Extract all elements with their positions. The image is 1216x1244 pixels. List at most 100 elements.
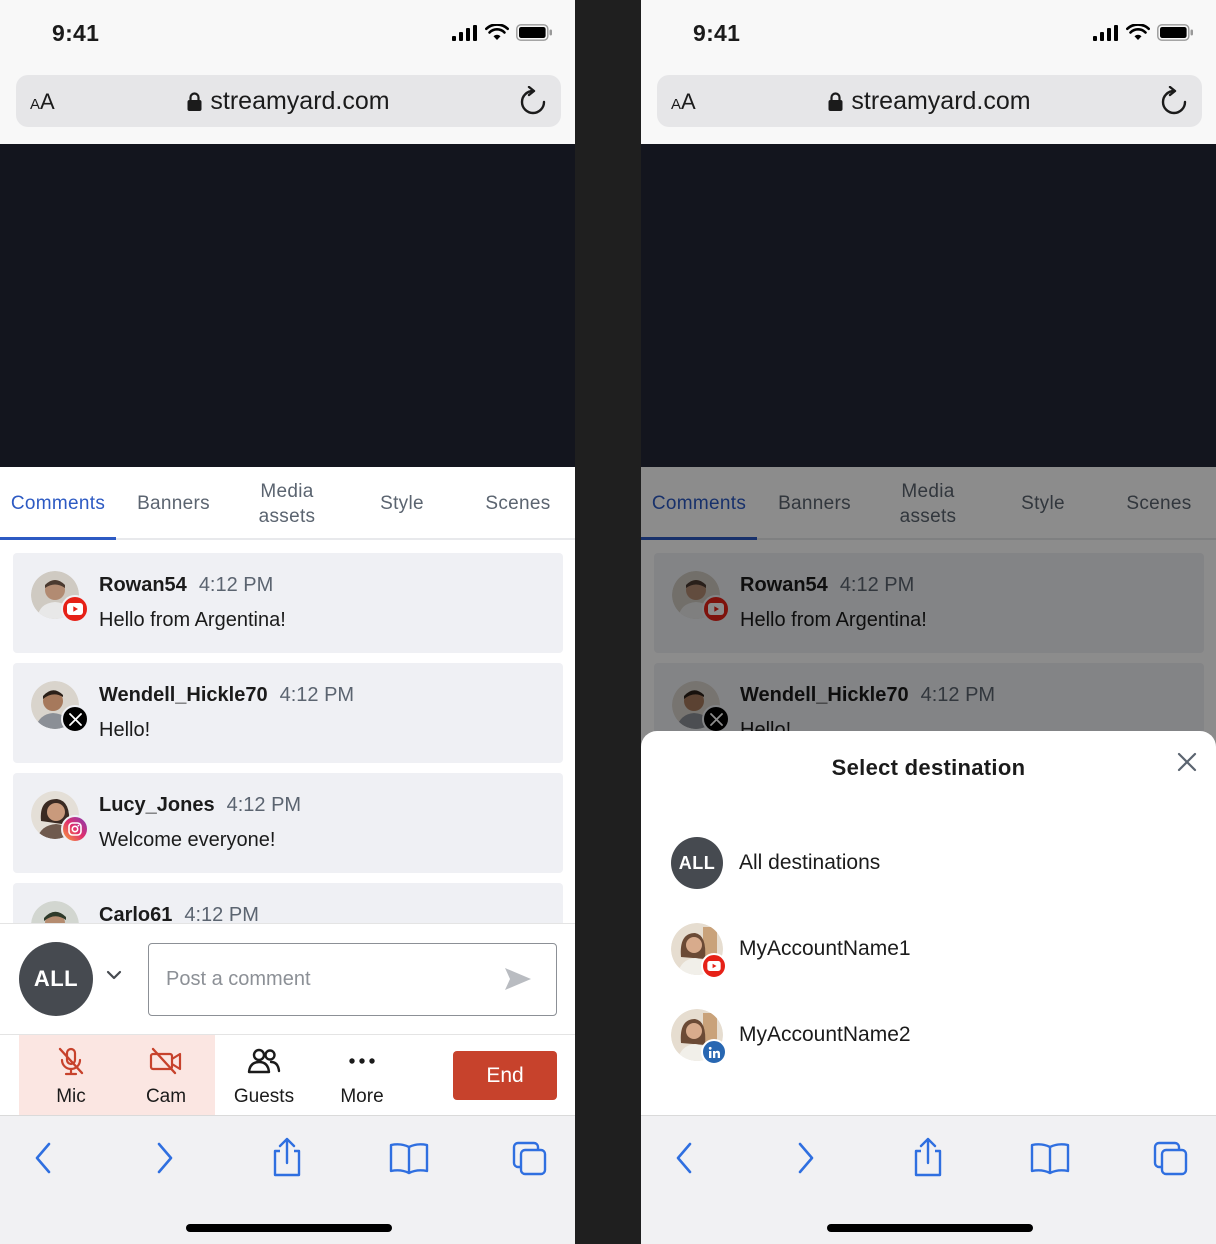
comment-author: Carlo61 4:12 PM — [99, 904, 259, 923]
cellular-signal-icon — [1093, 24, 1118, 41]
phone-screen-select-destination: 9:41 AA streamyard.com Comments Banners … — [641, 0, 1216, 1244]
guests-button[interactable]: Guests — [215, 1035, 313, 1116]
bookmarks-icon[interactable] — [1029, 1138, 1071, 1178]
status-icons — [452, 24, 553, 41]
forward-icon[interactable] — [154, 1138, 176, 1178]
tab-banners[interactable]: Banners — [116, 467, 231, 540]
status-bar: 9:41 — [641, 0, 1216, 62]
status-icons — [1093, 24, 1194, 41]
tab-style[interactable]: Style — [343, 467, 461, 540]
send-icon[interactable] — [503, 966, 533, 992]
linkedin-icon — [708, 1046, 720, 1058]
status-time: 9:41 — [693, 20, 741, 46]
x-badge — [61, 705, 89, 733]
url-display[interactable]: streamyard.com — [657, 87, 1202, 116]
address-bar[interactable]: AA streamyard.com — [16, 75, 561, 127]
wifi-icon — [1126, 24, 1150, 40]
comment-time: 4:12 PM — [198, 574, 274, 596]
comment-item[interactable]: Lucy_Jones 4:12 PM Welcome everyone! — [13, 773, 563, 873]
comment-text: Hello from Argentina! — [99, 609, 286, 631]
destination-label: MyAccountName1 — [739, 937, 911, 960]
cam-label: Cam — [145, 1086, 187, 1107]
back-icon[interactable] — [673, 1138, 695, 1178]
comment-text: Welcome everyone! — [99, 829, 276, 851]
mic-label: Mic — [56, 1086, 86, 1107]
tab-scenes[interactable]: Scenes — [461, 467, 575, 540]
url-text: streamyard.com — [210, 87, 390, 115]
more-button[interactable]: More — [313, 1035, 411, 1116]
video-preview — [0, 144, 575, 467]
lock-icon — [828, 92, 843, 111]
destination-option-all[interactable]: ALL All destinations — [671, 837, 1191, 891]
share-icon[interactable] — [911, 1136, 945, 1178]
url-text: streamyard.com — [851, 87, 1031, 115]
destination-label: All destinations — [739, 851, 881, 874]
address-bar[interactable]: AA streamyard.com — [657, 75, 1202, 127]
linkedin-badge — [701, 1039, 727, 1065]
bookmarks-icon[interactable] — [388, 1138, 430, 1178]
battery-icon — [1157, 24, 1193, 41]
comment-author: Wendell_Hickle70 4:12 PM — [99, 684, 355, 706]
guests-icon — [247, 1048, 281, 1074]
browser-address-area: AA streamyard.com — [641, 62, 1216, 144]
reload-icon[interactable] — [519, 86, 547, 116]
avatar — [31, 901, 79, 923]
x-logo-icon — [68, 712, 82, 726]
mic-off-icon — [58, 1047, 84, 1076]
lock-icon — [187, 92, 202, 111]
comment-item[interactable]: Carlo61 4:12 PM — [13, 883, 563, 923]
comment-time: 4:12 PM — [184, 904, 259, 923]
cam-button[interactable]: Cam — [117, 1035, 215, 1116]
broadcast-controls: Mic Cam Guests More End — [0, 1034, 575, 1116]
comment-time: 4:12 PM — [226, 794, 302, 816]
comment-author: Rowan54 4:12 PM — [99, 574, 274, 596]
comments-list[interactable]: Rowan54 4:12 PM Hello from Argentina! Wen… — [0, 541, 575, 923]
sheet-title: Select destination — [831, 755, 1026, 780]
close-icon[interactable] — [1176, 751, 1198, 773]
chevron-down-icon[interactable] — [106, 970, 122, 980]
active-tab-indicator — [0, 537, 116, 540]
select-destination-sheet: Select destination ALL All destinations … — [641, 731, 1216, 1115]
destination-label: MyAccountName2 — [739, 1023, 911, 1046]
forward-icon[interactable] — [795, 1138, 817, 1178]
end-broadcast-button[interactable]: End — [453, 1051, 557, 1100]
home-indicator — [827, 1224, 1033, 1232]
home-indicator — [186, 1224, 392, 1232]
tabs-icon[interactable] — [1152, 1138, 1190, 1178]
status-bar: 9:41 — [0, 0, 575, 62]
youtube-icon — [67, 603, 83, 615]
instagram-icon — [68, 822, 82, 836]
all-destinations-avatar: ALL — [671, 837, 723, 889]
instagram-badge — [61, 815, 89, 843]
tab-media-assets[interactable]: Media assets — [231, 467, 343, 540]
camera-off-icon — [149, 1047, 182, 1075]
comment-author: Lucy_Jones 4:12 PM — [99, 794, 302, 816]
browser-toolbar — [641, 1115, 1216, 1244]
video-preview — [641, 144, 1216, 467]
studio-tabs: Comments Banners Media assets Style Scen… — [0, 467, 575, 540]
status-time: 9:41 — [52, 20, 100, 46]
destination-selector[interactable]: ALL — [19, 942, 93, 1016]
comment-item[interactable]: Wendell_Hickle70 4:12 PM Hello! — [13, 663, 563, 763]
back-icon[interactable] — [32, 1138, 54, 1178]
comment-item[interactable]: Rowan54 4:12 PM Hello from Argentina! — [13, 553, 563, 653]
more-dots-icon — [349, 1058, 375, 1064]
browser-address-area: AA streamyard.com — [0, 62, 575, 144]
share-icon[interactable] — [270, 1136, 304, 1178]
comment-text: Hello! — [99, 719, 151, 741]
reload-icon[interactable] — [1160, 86, 1188, 116]
more-label: More — [340, 1086, 384, 1107]
tabs-icon[interactable] — [511, 1138, 549, 1178]
tab-comments[interactable]: Comments — [0, 467, 116, 540]
tab-media-assets-label: Media assets — [258, 480, 316, 527]
url-display[interactable]: streamyard.com — [16, 87, 561, 116]
battery-icon — [516, 24, 552, 41]
comment-input[interactable] — [148, 943, 557, 1016]
comment-composer: ALL — [0, 923, 575, 1034]
modal-backdrop[interactable] — [641, 467, 1216, 767]
wifi-icon — [485, 24, 509, 40]
destination-option-account2[interactable]: MyAccountName2 — [671, 1009, 1191, 1065]
mic-button[interactable]: Mic — [22, 1035, 120, 1116]
cellular-signal-icon — [452, 24, 477, 41]
destination-option-account1[interactable]: MyAccountName1 — [671, 923, 1191, 979]
